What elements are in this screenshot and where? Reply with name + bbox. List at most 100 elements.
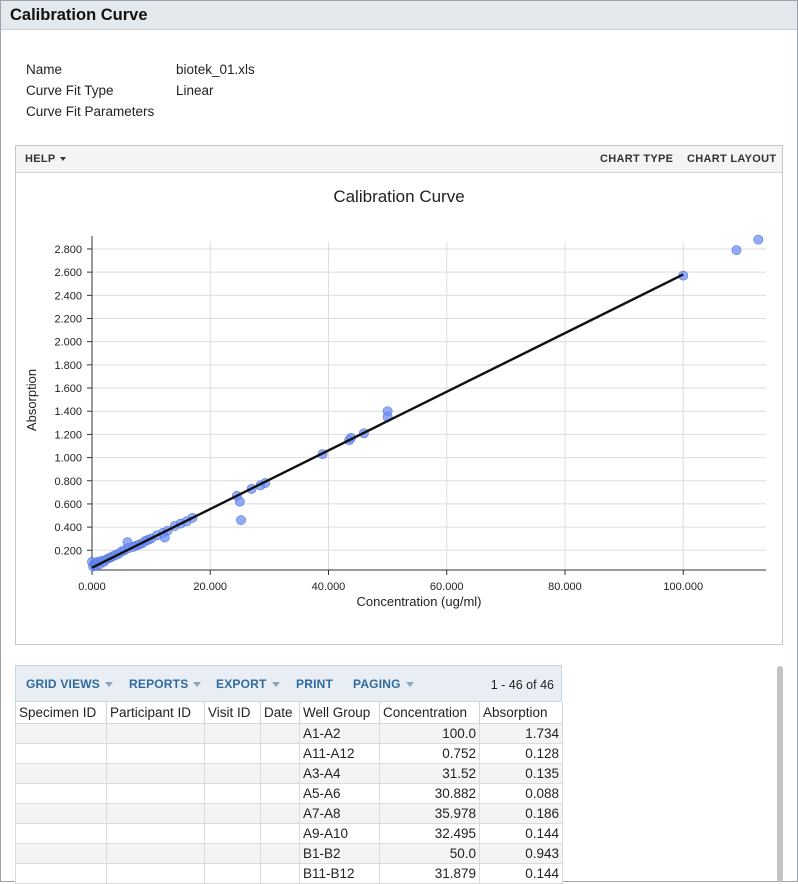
y-tick-label: 2.800 [54, 244, 82, 256]
table-cell [106, 722, 205, 744]
y-tick-label: 1.200 [54, 429, 82, 441]
info-value: Linear [176, 83, 214, 98]
table-cell [260, 802, 300, 824]
table-cell: B11-B12 [299, 862, 380, 884]
column-header-well-group[interactable]: Well Group [299, 702, 380, 724]
table-cell: 0.088 [479, 782, 563, 804]
x-axis-label: Concentration (ug/ml) [357, 594, 482, 609]
table-cell: 1.734 [479, 722, 563, 744]
print-label: PRINT [296, 677, 333, 691]
chevron-down-icon [59, 157, 66, 162]
table-row: A7-A8 35.978 0.186 [15, 802, 563, 824]
column-header-date[interactable]: Date [260, 702, 300, 724]
data-point [731, 245, 742, 256]
grid-views-label: GRID VIEWS [26, 677, 101, 691]
table-cell: 0.128 [479, 742, 563, 764]
y-tick-label: 2.000 [54, 337, 82, 349]
y-tick-label: 1.600 [54, 383, 82, 395]
print-button[interactable]: PRINT [296, 677, 333, 691]
table-cell: 0.752 [379, 742, 480, 764]
reports-button[interactable]: REPORTS [129, 677, 202, 691]
x-tick-label: 40.000 [312, 581, 346, 593]
y-tick-label: 2.600 [54, 267, 82, 279]
table-cell [260, 762, 300, 784]
y-axis-label: Absorption [24, 369, 39, 431]
chevron-down-icon [271, 682, 280, 688]
info-value: biotek_01.xls [176, 62, 255, 77]
row-count: 1 - 46 of 46 [490, 678, 554, 692]
export-button[interactable]: EXPORT [216, 677, 280, 691]
column-header-specimen-id[interactable]: Specimen ID [15, 702, 107, 724]
column-header-concentration[interactable]: Concentration [379, 702, 480, 724]
table-cell: 31.879 [379, 862, 480, 884]
page-title: Calibration Curve [10, 6, 148, 24]
x-tick-label: 100.000 [663, 581, 703, 593]
table-cell: A1-A2 [299, 722, 380, 744]
info-label: Curve Fit Type [26, 83, 114, 98]
chart-layout-button[interactable]: CHART LAYOUT [687, 153, 776, 165]
y-tick-label: 0.400 [54, 522, 82, 534]
table-cell [106, 742, 205, 764]
data-grid: Specimen ID Participant ID Visit ID Date… [15, 702, 563, 884]
table-cell [204, 822, 261, 844]
data-point [753, 234, 764, 245]
table-cell [106, 762, 205, 784]
table-cell [106, 822, 205, 844]
calibration-chart: 0.000 20.000 40.000 60.000 80.000 100.000 0.20… [24, 234, 766, 609]
y-tick-label: 1.000 [54, 453, 82, 465]
table-cell [204, 722, 261, 744]
column-header-absorption[interactable]: Absorption [479, 702, 563, 724]
table-cell [260, 722, 300, 744]
chart-toolbar: HELP CHART TYPE CHART LAYOUT [16, 146, 782, 173]
table-cell: 0.943 [479, 842, 563, 864]
table-row: A3-A4 31.52 0.135 [15, 762, 563, 784]
x-tick-label: 0.000 [78, 581, 106, 593]
table-cell [260, 862, 300, 884]
info-label: Curve Fit Parameters [26, 104, 155, 119]
grid-views-button[interactable]: GRID VIEWS [26, 677, 114, 691]
table-cell [15, 722, 107, 744]
table-cell: 32.495 [379, 822, 480, 844]
table-cell [204, 782, 261, 804]
chart-panel: HELP CHART TYPE CHART LAYOUT Calibration… [15, 145, 783, 645]
table-cell [15, 822, 107, 844]
vertical-scrollbar[interactable] [777, 666, 783, 882]
table-cell [15, 862, 107, 884]
table-row: B1-B2 50.0 0.943 [15, 842, 563, 864]
table-cell: 0.135 [479, 762, 563, 784]
table-cell: B1-B2 [299, 842, 380, 864]
y-tick-label: 0.800 [54, 476, 82, 488]
table-cell [204, 762, 261, 784]
table-row: A9-A10 32.495 0.144 [15, 822, 563, 844]
table-cell [260, 822, 300, 844]
table-cell [204, 842, 261, 864]
grid-toolbar: GRID VIEWS REPORTS EXPORT PRINT PAGING 1… [15, 665, 562, 702]
y-tick-label: 2.400 [54, 290, 82, 302]
help-menu-button[interactable]: HELP [25, 153, 66, 165]
export-label: EXPORT [216, 677, 267, 691]
table-header-row: Specimen ID Participant ID Visit ID Date… [15, 702, 563, 724]
table-cell: A7-A8 [299, 802, 380, 824]
help-label: HELP [25, 153, 56, 165]
data-point [234, 496, 245, 507]
paging-button[interactable]: PAGING [353, 677, 414, 691]
table-cell [15, 742, 107, 764]
chevron-down-icon [105, 682, 114, 688]
table-cell: 30.882 [379, 782, 480, 804]
x-tick-label: 20.000 [193, 581, 227, 593]
table-cell [15, 842, 107, 864]
table-cell: 50.0 [379, 842, 480, 864]
table-cell [260, 742, 300, 764]
chart-type-button[interactable]: CHART TYPE [600, 153, 673, 165]
table-cell: 0.144 [479, 862, 563, 884]
column-header-participant-id[interactable]: Participant ID [106, 702, 205, 724]
column-header-visit-id[interactable]: Visit ID [204, 702, 261, 724]
y-tick-label: 0.600 [54, 499, 82, 511]
table-cell: 0.186 [479, 802, 563, 824]
x-tick-label: 80.000 [548, 581, 582, 593]
table-cell [106, 842, 205, 864]
table-cell [15, 762, 107, 784]
chevron-down-icon [193, 682, 202, 688]
y-tick-label: 1.800 [54, 360, 82, 372]
table-cell: 100.0 [379, 722, 480, 744]
